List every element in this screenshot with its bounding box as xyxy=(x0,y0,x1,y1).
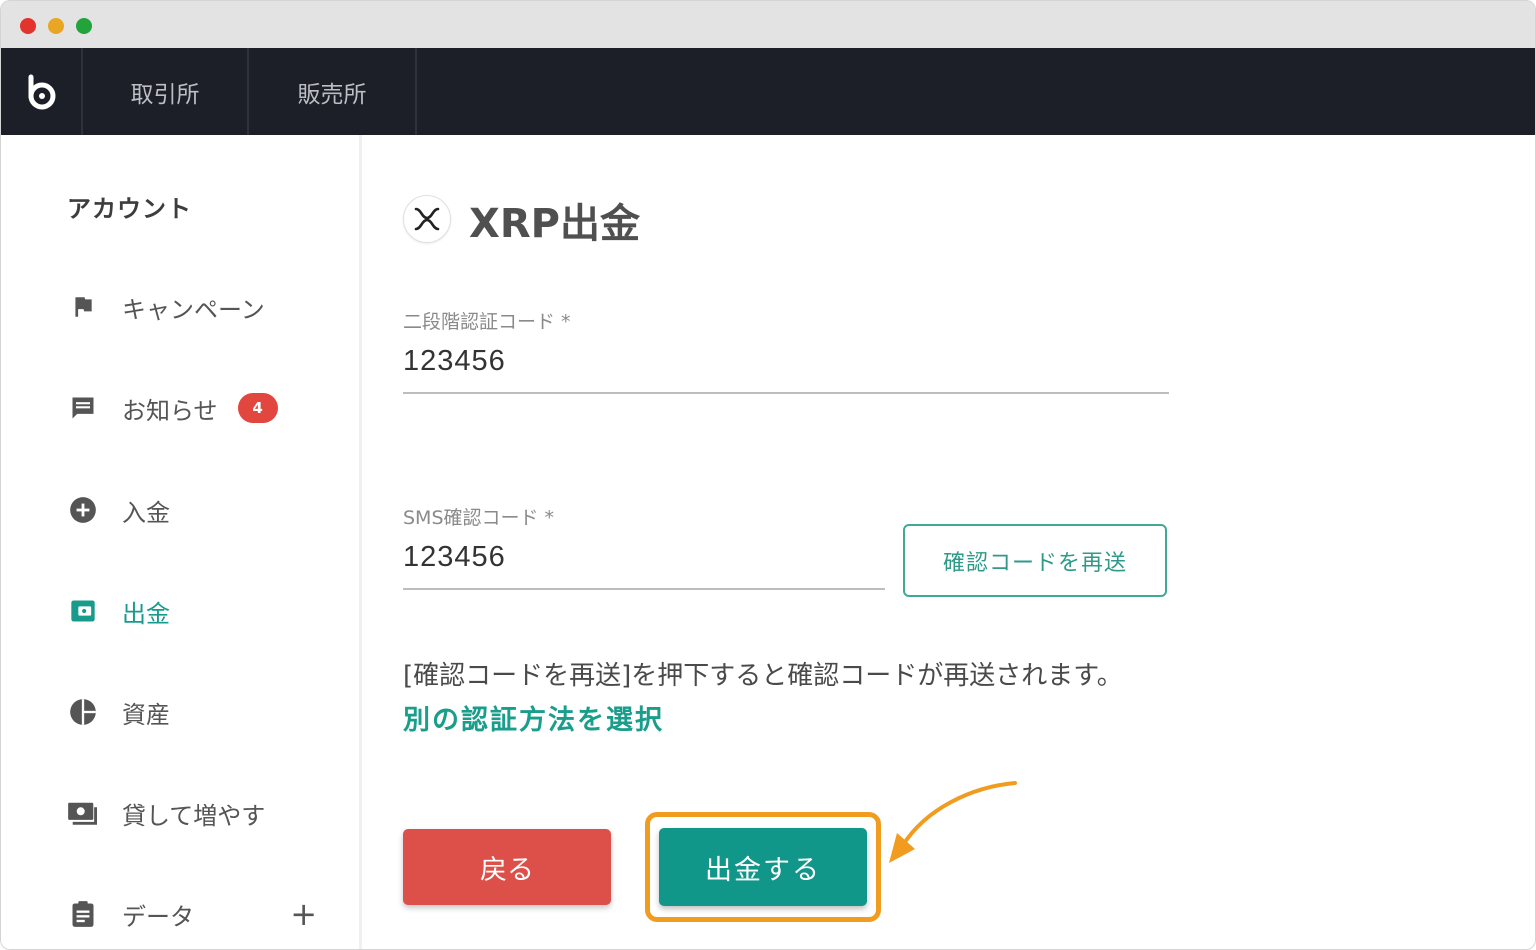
sidebar-item-label: 貸して増やす xyxy=(122,801,266,830)
sidebar-item-assets[interactable]: 資産 xyxy=(67,692,337,732)
sms-code-label: SMS確認コード * xyxy=(403,507,555,529)
back-button[interactable]: 戻る xyxy=(403,829,611,905)
sidebar-item-label: データ xyxy=(122,902,194,931)
window-titlebar xyxy=(1,1,1535,48)
sidebar-divider xyxy=(359,135,362,949)
notification-count-badge: 4 xyxy=(237,393,278,423)
lend-icon xyxy=(67,797,99,829)
sms-code-input[interactable] xyxy=(403,541,885,590)
sidebar-title: アカウント xyxy=(67,195,192,223)
sidebar-item-withdraw[interactable]: 出金 xyxy=(67,591,337,631)
minimize-window-button[interactable] xyxy=(48,18,64,34)
plus-circle-icon xyxy=(67,494,99,526)
sidebar-item-label: キャンペーン xyxy=(122,295,265,324)
expand-plus-icon[interactable]: + xyxy=(290,896,317,932)
resend-info-text: [確認コードを再送]を押下すると確認コードが再送されます。 xyxy=(403,661,1123,691)
clipboard-icon xyxy=(67,898,99,930)
sidebar-item-label: 資産 xyxy=(122,700,170,729)
maximize-window-button[interactable] xyxy=(76,18,92,34)
wallet-icon xyxy=(67,595,99,627)
message-icon xyxy=(67,392,99,424)
tab-exchange[interactable]: 取引所 xyxy=(83,48,249,135)
two-factor-code-input[interactable] xyxy=(403,345,1169,394)
sidebar-item-lending[interactable]: 貸して増やす xyxy=(67,793,337,833)
pie-chart-icon xyxy=(67,696,99,728)
browser-window: 取引所 販売所 アカウント キャンペーン お知らせ 4 入金 出金 資産 貸して… xyxy=(0,0,1536,950)
sidebar-item-label: お知らせ xyxy=(122,396,218,425)
sidebar-item-label: 入金 xyxy=(122,498,170,527)
sidebar-item-news[interactable]: お知らせ 4 xyxy=(67,388,337,428)
alternate-auth-method-link[interactable]: 別の認証方法を選択 xyxy=(403,698,664,737)
pointer-arrow-icon xyxy=(889,781,1017,863)
sidebar: アカウント キャンペーン お知らせ 4 入金 出金 資産 貸して増やす データ … xyxy=(1,135,359,949)
tab-sales[interactable]: 販売所 xyxy=(249,48,417,135)
top-navigation: 取引所 販売所 xyxy=(1,48,1535,135)
resend-code-button[interactable]: 確認コードを再送 xyxy=(903,524,1167,597)
sidebar-item-deposit[interactable]: 入金 xyxy=(67,490,337,530)
flag-icon xyxy=(67,291,99,323)
xrp-icon xyxy=(403,195,451,243)
page-title: XRP出金 xyxy=(469,201,640,247)
sidebar-item-label: 出金 xyxy=(122,599,170,628)
two-factor-label: 二段階認証コード * xyxy=(403,311,571,333)
sidebar-item-campaign[interactable]: キャンペーン xyxy=(67,287,337,327)
bitbank-logo-icon[interactable] xyxy=(1,48,83,135)
close-window-button[interactable] xyxy=(20,18,36,34)
withdraw-button[interactable]: 出金する xyxy=(659,828,867,906)
sidebar-item-data[interactable]: データ + xyxy=(67,894,337,934)
